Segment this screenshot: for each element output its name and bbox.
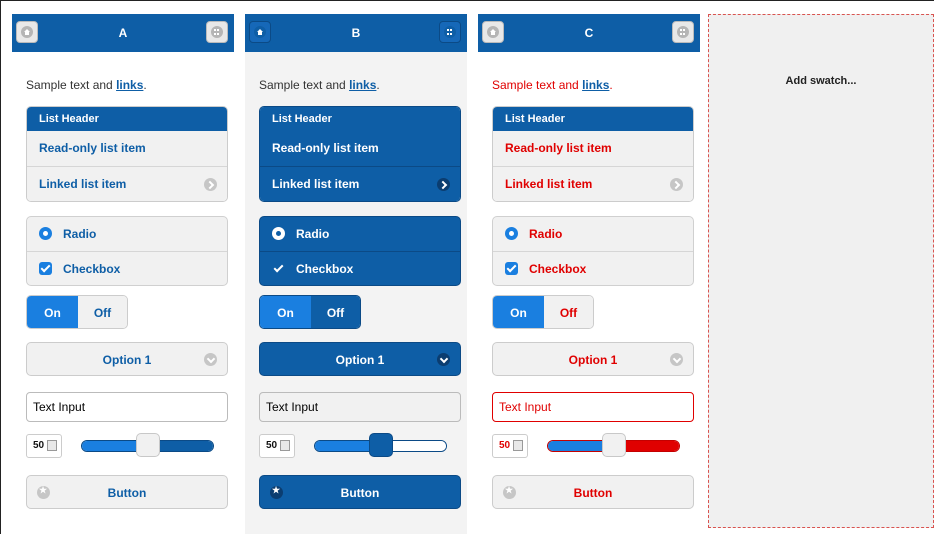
checkbox-icon <box>505 262 518 275</box>
radio-icon <box>272 227 285 240</box>
list-view: List Header Read-only list item Linked l… <box>26 106 228 202</box>
home-icon <box>487 26 499 38</box>
swatch-c: C Sample text and links. List Header Rea… <box>478 14 700 534</box>
radio-option[interactable]: Radio <box>493 217 693 251</box>
radio-option[interactable]: Radio <box>27 217 227 251</box>
checkbox-option[interactable]: Checkbox <box>493 251 693 285</box>
select-menu[interactable]: Option 1 <box>26 342 228 376</box>
home-icon <box>254 26 266 38</box>
radio-icon <box>39 227 52 240</box>
star-icon <box>270 485 283 499</box>
grid-icon <box>444 26 456 38</box>
linked-list-item[interactable]: Linked list item <box>27 166 227 201</box>
select-menu[interactable]: Option 1 <box>492 342 694 376</box>
checkbox-option[interactable]: Checkbox <box>27 251 227 285</box>
spinner-icon[interactable] <box>47 440 57 451</box>
chevron-down-icon <box>437 353 450 366</box>
swatch-b: B Sample text and links. List Header Rea… <box>245 14 467 534</box>
chevron-down-icon <box>204 353 217 366</box>
home-button[interactable] <box>482 21 504 43</box>
flip-switch[interactable]: On Off <box>259 295 361 329</box>
home-icon <box>21 26 33 38</box>
readonly-list-item: Read-only list item <box>493 131 693 166</box>
sample-text: Sample text and links. <box>259 78 380 92</box>
add-swatch-panel[interactable]: Add swatch... <box>708 14 934 528</box>
flip-switch[interactable]: On Off <box>26 295 128 329</box>
swatch-header: C <box>478 14 700 52</box>
spinner-icon[interactable] <box>280 440 290 451</box>
grid-icon <box>677 26 689 38</box>
chevron-right-icon <box>437 178 450 191</box>
linked-list-item[interactable]: Linked list item <box>493 166 693 201</box>
list-view: List Header Read-only list item Linked l… <box>259 106 461 202</box>
slider-value-input[interactable]: 50 <box>26 434 62 458</box>
swatch-header: A <box>12 14 234 52</box>
slider-value-input[interactable]: 50 <box>492 434 528 458</box>
swatch-title: B <box>351 26 361 40</box>
list-header: List Header <box>493 107 693 131</box>
control-group: Radio Checkbox <box>259 216 461 286</box>
swatch-title: C <box>584 26 594 40</box>
text-input[interactable] <box>259 392 461 422</box>
grid-icon <box>211 26 223 38</box>
select-menu[interactable]: Option 1 <box>259 342 461 376</box>
control-group: Radio Checkbox <box>26 216 228 286</box>
flip-on[interactable]: On <box>260 296 311 328</box>
grid-button[interactable] <box>206 21 228 43</box>
star-button[interactable]: Button <box>492 475 694 509</box>
slider-handle[interactable] <box>369 433 393 457</box>
readonly-list-item: Read-only list item <box>260 131 460 166</box>
swatch-a: A Sample text and links. List Header Rea… <box>12 14 234 534</box>
flip-off[interactable]: Off <box>543 296 593 328</box>
slider-handle[interactable] <box>136 433 160 457</box>
swatch-header: B <box>245 14 467 52</box>
sample-link[interactable]: links <box>116 78 143 92</box>
checkbox-icon <box>272 262 285 275</box>
add-swatch-label: Add swatch... <box>785 75 857 87</box>
chevron-right-icon <box>204 178 217 191</box>
sample-link[interactable]: links <box>582 78 609 92</box>
chevron-down-icon <box>670 353 683 366</box>
flip-on[interactable]: On <box>493 296 544 328</box>
radio-icon <box>505 227 518 240</box>
star-icon <box>37 485 50 499</box>
star-button[interactable]: Button <box>259 475 461 509</box>
checkbox-option[interactable]: Checkbox <box>260 251 460 285</box>
list-header: List Header <box>260 107 460 131</box>
home-button[interactable] <box>16 21 38 43</box>
sample-text: Sample text and links. <box>492 78 613 92</box>
linked-list-item[interactable]: Linked list item <box>260 166 460 201</box>
checkbox-icon <box>39 262 52 275</box>
text-input[interactable] <box>26 392 228 422</box>
radio-option[interactable]: Radio <box>260 217 460 251</box>
text-input[interactable] <box>492 392 694 422</box>
grid-button[interactable] <box>439 21 461 43</box>
control-group: Radio Checkbox <box>492 216 694 286</box>
list-view: List Header Read-only list item Linked l… <box>492 106 694 202</box>
home-button[interactable] <box>249 21 271 43</box>
slider-value-input[interactable]: 50 <box>259 434 295 458</box>
list-header: List Header <box>27 107 227 131</box>
readonly-list-item: Read-only list item <box>27 131 227 166</box>
star-button[interactable]: Button <box>26 475 228 509</box>
flip-off[interactable]: Off <box>77 296 127 328</box>
swatch-title: A <box>118 26 128 40</box>
grid-button[interactable] <box>672 21 694 43</box>
slider-handle[interactable] <box>602 433 626 457</box>
star-icon <box>503 485 516 499</box>
spinner-icon[interactable] <box>513 440 523 451</box>
flip-off[interactable]: Off <box>310 296 360 328</box>
flip-on[interactable]: On <box>27 296 78 328</box>
flip-switch[interactable]: On Off <box>492 295 594 329</box>
sample-text: Sample text and links. <box>26 78 147 92</box>
sample-link[interactable]: links <box>349 78 376 92</box>
chevron-right-icon <box>670 178 683 191</box>
